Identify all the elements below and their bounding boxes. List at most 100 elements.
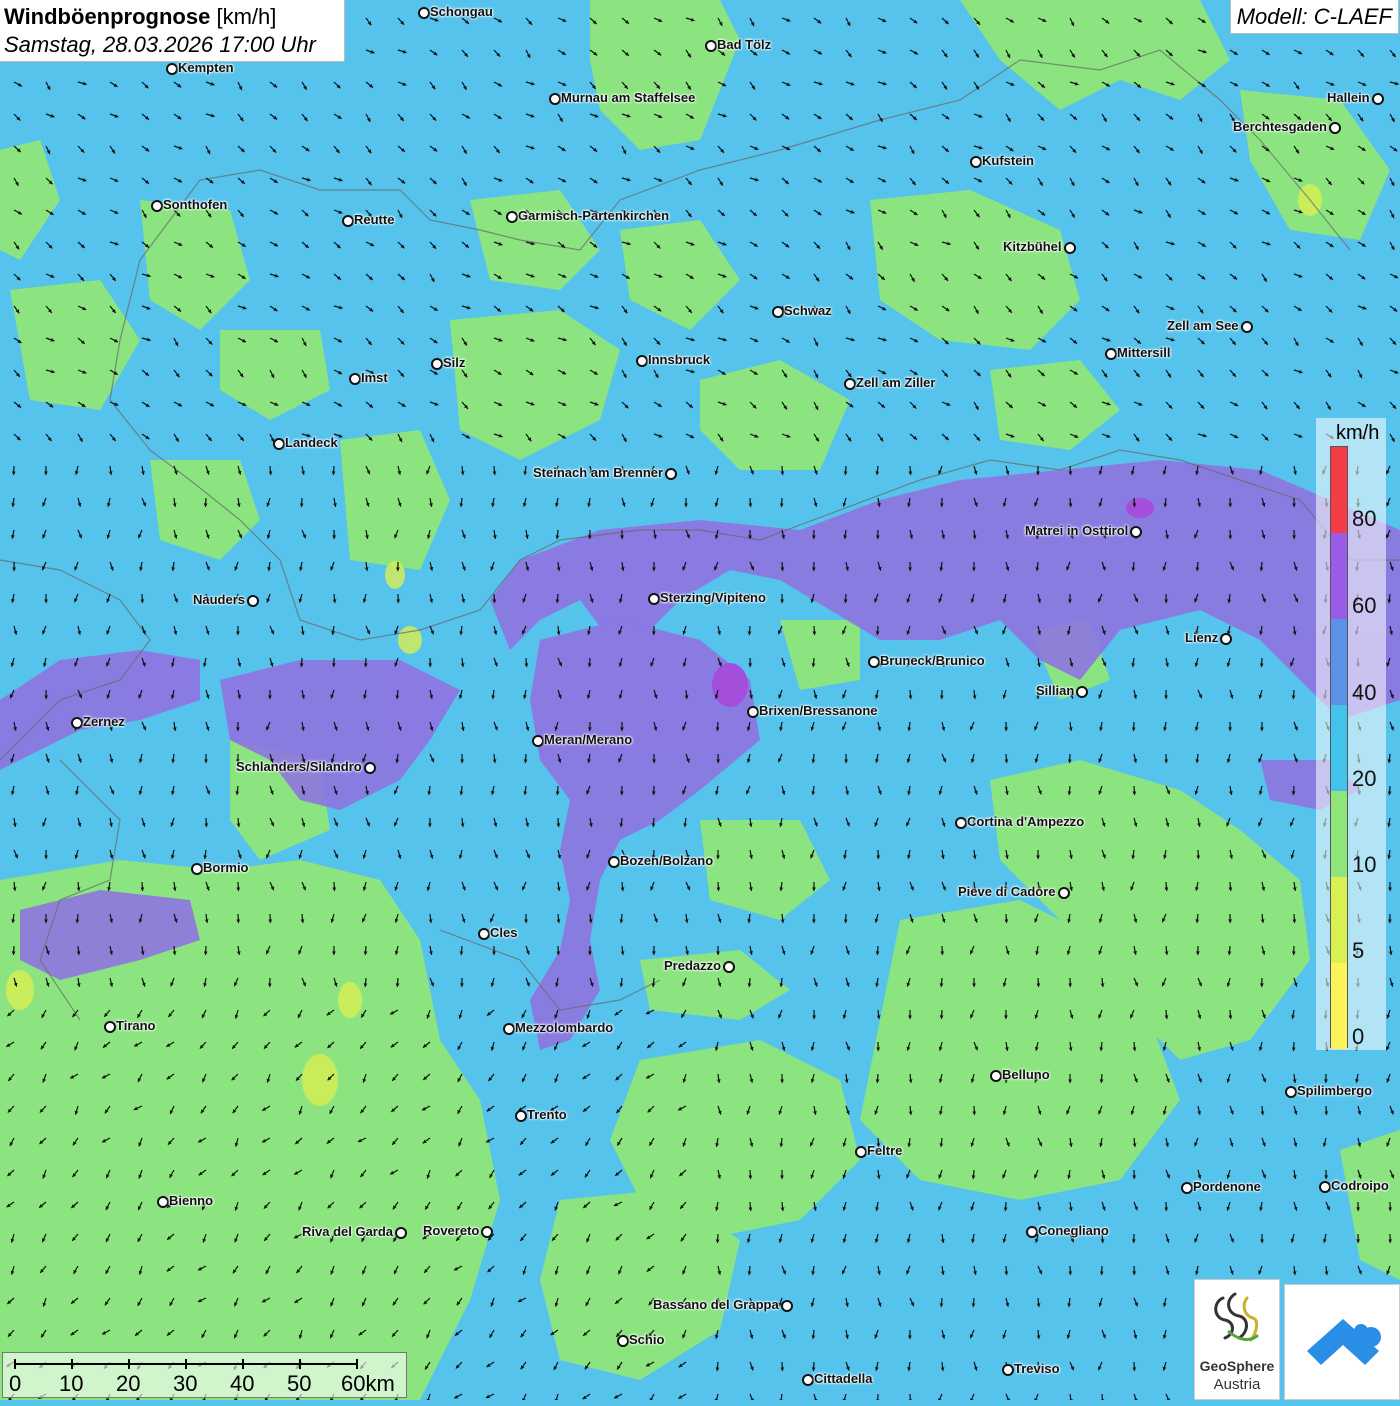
city-dot-icon bbox=[431, 358, 443, 370]
map-title-unit: [km/h] bbox=[216, 4, 276, 29]
legend-label-20: 20 bbox=[1352, 766, 1376, 792]
city-dot-icon bbox=[71, 717, 83, 729]
city-dot-icon bbox=[1002, 1364, 1014, 1376]
city-label: Bienno bbox=[169, 1193, 213, 1208]
city-dot-icon bbox=[1372, 93, 1384, 105]
city-label: Kitzbühel bbox=[1003, 239, 1062, 254]
city-label: Zell am Ziller bbox=[856, 375, 935, 390]
city-label: Cortina d'Ampezzo bbox=[967, 814, 1084, 829]
legend-label-10: 10 bbox=[1352, 852, 1376, 878]
city-label: Meran/Merano bbox=[544, 732, 632, 747]
city-dot-icon bbox=[844, 378, 856, 390]
scale-tick bbox=[185, 1359, 187, 1369]
city-label: Zernez bbox=[83, 714, 125, 729]
city-label: Rovereto bbox=[423, 1223, 479, 1238]
city-dot-icon bbox=[990, 1070, 1002, 1082]
scale-tick bbox=[299, 1359, 301, 1369]
geosphere-logo[interactable]: GeoSphere Austria bbox=[1194, 1279, 1280, 1400]
city-dot-icon bbox=[1076, 686, 1088, 698]
city-dot-icon bbox=[1058, 887, 1070, 899]
city-label: Bormio bbox=[203, 860, 249, 875]
city-dot-icon bbox=[247, 595, 259, 607]
city-dot-icon bbox=[478, 928, 490, 940]
legend-segment-10 bbox=[1331, 791, 1347, 877]
city-label: Feltre bbox=[867, 1143, 902, 1158]
city-dot-icon bbox=[1241, 321, 1253, 333]
city-dot-icon bbox=[608, 856, 620, 868]
city-dot-icon bbox=[955, 817, 967, 829]
city-dot-icon bbox=[617, 1335, 629, 1347]
city-label: Predazzo bbox=[664, 958, 721, 973]
scale-tick bbox=[242, 1359, 244, 1369]
city-label: Treviso bbox=[1014, 1361, 1060, 1376]
scale-label: 20 bbox=[116, 1371, 140, 1397]
city-label: Schongau bbox=[430, 4, 493, 19]
weather-app-logo[interactable] bbox=[1284, 1284, 1400, 1400]
city-dot-icon bbox=[418, 7, 430, 19]
city-dot-icon bbox=[503, 1023, 515, 1035]
city-label: Bassano del Grappa bbox=[653, 1297, 779, 1312]
city-dot-icon bbox=[273, 438, 285, 450]
city-label: Sonthofen bbox=[163, 197, 227, 212]
city-dot-icon bbox=[157, 1196, 169, 1208]
legend-segment-0 bbox=[1331, 963, 1347, 1049]
city-label: Sillian bbox=[1036, 683, 1074, 698]
city-dot-icon bbox=[781, 1300, 793, 1312]
city-dot-icon bbox=[191, 863, 203, 875]
scale-tick bbox=[71, 1359, 73, 1369]
city-label: Imst bbox=[361, 370, 388, 385]
city-label: Trento bbox=[527, 1107, 567, 1122]
city-dot-icon bbox=[104, 1021, 116, 1033]
city-dot-icon bbox=[481, 1226, 493, 1238]
city-label: Schio bbox=[629, 1332, 664, 1347]
legend-segment-5 bbox=[1331, 877, 1347, 963]
cloud-arrow-icon bbox=[1285, 1285, 1400, 1401]
city-dot-icon bbox=[515, 1110, 527, 1122]
scale-label: 40 bbox=[230, 1371, 254, 1397]
geosphere-emblem-icon bbox=[1195, 1280, 1281, 1358]
city-dot-icon bbox=[868, 656, 880, 668]
scale-bar: 0 10 20 30 40 50 60km bbox=[2, 1352, 407, 1398]
wind-arrow bbox=[1102, 1394, 1103, 1400]
wind-arrow bbox=[910, 1394, 911, 1400]
city-dot-icon bbox=[636, 355, 648, 367]
legend-label-0: 0 bbox=[1352, 1024, 1364, 1050]
city-label: Landeck bbox=[285, 435, 338, 450]
map-title: Windböenprognose [km/h] bbox=[4, 3, 340, 31]
city-label: Zell am See bbox=[1167, 318, 1239, 333]
city-dot-icon bbox=[970, 156, 982, 168]
city-label: Nauders bbox=[193, 592, 245, 607]
legend-label-5: 5 bbox=[1352, 938, 1364, 964]
model-label: Modell: C-LAEF bbox=[1230, 0, 1399, 34]
city-dot-icon bbox=[1026, 1226, 1038, 1238]
city-dot-icon bbox=[349, 373, 361, 385]
city-label: Kempten bbox=[178, 60, 234, 75]
city-dot-icon bbox=[1130, 526, 1142, 538]
city-label: Brixen/Bressanone bbox=[759, 703, 878, 718]
scale-label: 60km bbox=[341, 1371, 395, 1397]
city-label: Bozen/Bolzano bbox=[620, 853, 713, 868]
city-label: Spilimbergo bbox=[1297, 1083, 1372, 1098]
scale-tick bbox=[356, 1359, 358, 1369]
city-dot-icon bbox=[1220, 633, 1232, 645]
city-label: Pordenone bbox=[1193, 1179, 1261, 1194]
city-dot-icon bbox=[532, 735, 544, 747]
city-label: Hallein bbox=[1327, 90, 1370, 105]
city-dot-icon bbox=[1329, 122, 1341, 134]
city-dot-icon bbox=[648, 593, 660, 605]
legend-segment-60 bbox=[1331, 533, 1347, 619]
city-label: Conegliano bbox=[1038, 1223, 1109, 1238]
city-label: Bad Tölz bbox=[717, 37, 771, 52]
color-legend: km/h 80 60 40 20 10 5 0 bbox=[1316, 418, 1386, 1050]
scale-label: 50 bbox=[287, 1371, 311, 1397]
city-dot-icon bbox=[747, 706, 759, 718]
legend-label-40: 40 bbox=[1352, 680, 1376, 706]
city-label: Codroipo bbox=[1331, 1178, 1389, 1193]
city-dot-icon bbox=[1064, 242, 1076, 254]
city-dot-icon bbox=[723, 961, 735, 973]
city-dot-icon bbox=[506, 211, 518, 223]
scale-label: 10 bbox=[59, 1371, 83, 1397]
city-label: Cittadella bbox=[814, 1371, 873, 1386]
geosphere-sub: Austria bbox=[1195, 1376, 1279, 1393]
city-label: Lienz bbox=[1185, 630, 1218, 645]
